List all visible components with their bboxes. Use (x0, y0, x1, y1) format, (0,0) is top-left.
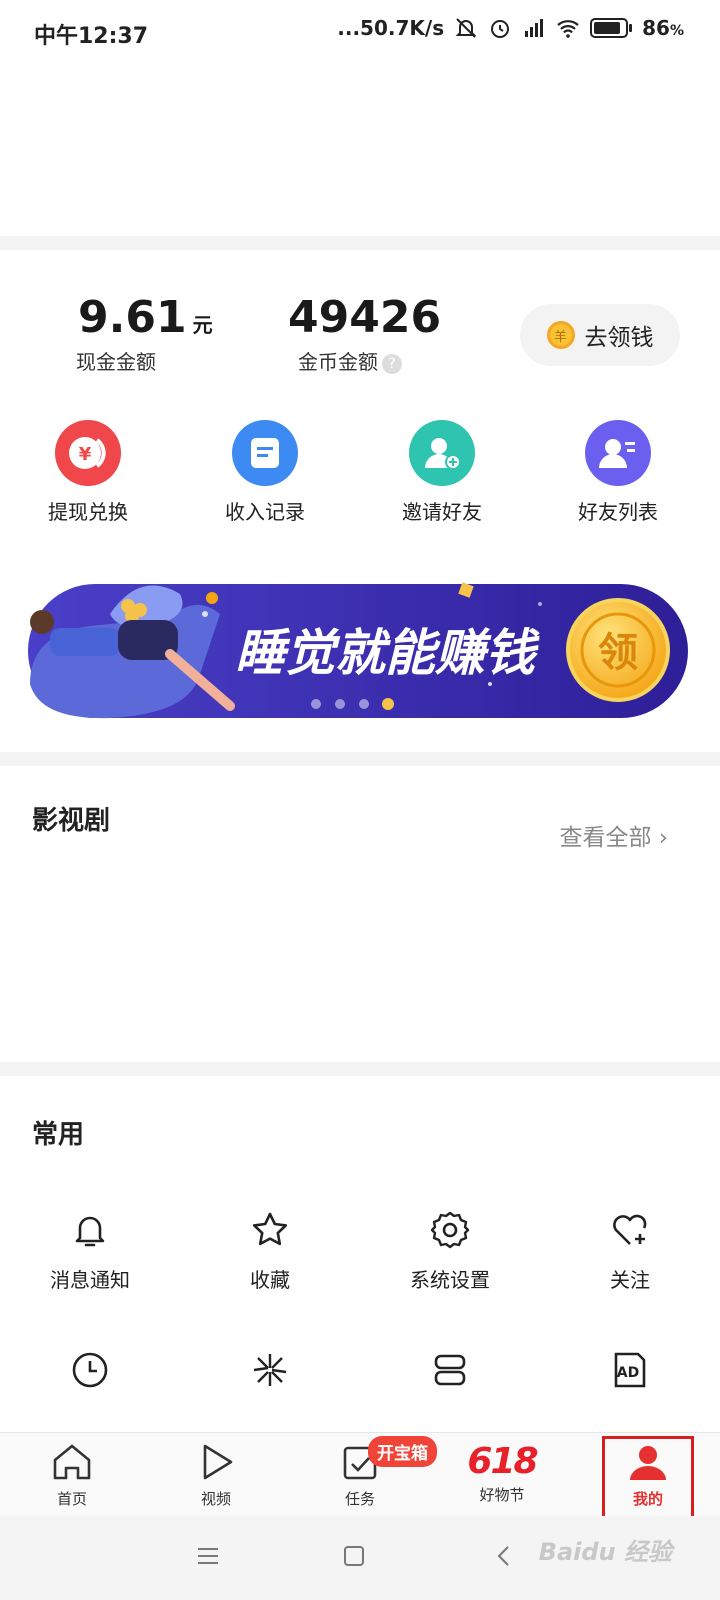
banner-dot[interactable] (359, 699, 369, 709)
promo-banner[interactable]: 睡觉就能赚钱 领 (20, 574, 694, 740)
layers-icon (434, 1354, 466, 1386)
ad-icon: AD (614, 1352, 646, 1388)
movies-title: 影视剧 (32, 806, 111, 836)
star-icon (252, 1212, 288, 1246)
svg-text:¥: ¥ (79, 444, 92, 465)
status-time: 中午12:37 (34, 24, 149, 49)
home-square-icon[interactable] (342, 1544, 366, 1568)
get-money-button[interactable]: 羊 去领钱 (520, 304, 680, 366)
help-icon[interactable]: ? (382, 353, 402, 374)
coin-amount[interactable]: 49426 (288, 292, 441, 343)
quick-action-withdraw[interactable]: ¥ 提现兑换 (13, 420, 163, 525)
common-title: 常用 (32, 1120, 85, 1150)
highlight-annotation (602, 1436, 694, 1522)
banner-dot[interactable] (335, 699, 345, 709)
favorites-tool[interactable]: 收藏 (180, 1210, 360, 1293)
quick-action-invite[interactable]: 邀请好友 (367, 420, 517, 525)
status-icons: ...50.7K/s 86% (337, 16, 684, 40)
heart-plus-icon (613, 1214, 647, 1245)
alarm-icon (491, 20, 510, 38)
battery-percent: 86% (642, 16, 684, 40)
cash-amount[interactable]: 9.61 元 (78, 292, 213, 343)
svg-text:AD: AD (617, 1365, 639, 1381)
coin-icon: 羊 (546, 321, 575, 349)
status-bar: 中午12:37 ...50.7K/s 86% (0, 0, 720, 64)
618-logo: 618 (467, 1441, 538, 1482)
wifi-icon (557, 20, 579, 38)
friend-list-icon (585, 420, 651, 486)
settings-tool[interactable]: 系统设置 (360, 1210, 540, 1293)
coin-label: 金币金额? (298, 346, 402, 375)
watermark: Baidu 经验 (538, 1538, 672, 1566)
banner-dot[interactable] (311, 699, 321, 709)
exchange-yen-icon: ¥ (55, 420, 121, 486)
treasure-badge[interactable]: 开宝箱 (368, 1436, 437, 1467)
mute-bell-icon (455, 18, 477, 38)
layers-tool[interactable] (360, 1350, 540, 1390)
follow-tool[interactable]: 关注 (540, 1210, 720, 1293)
battery-icon (590, 18, 633, 38)
nav-home[interactable]: 首页 (22, 1442, 122, 1509)
notification-tool[interactable]: 消息通知 (0, 1210, 180, 1293)
quick-action-friend-list[interactable]: 好友列表 (543, 420, 693, 525)
clock-icon (72, 1352, 108, 1388)
see-all-link[interactable]: 查看全部 › (559, 818, 668, 852)
sparkle-tool[interactable] (180, 1350, 360, 1390)
history-tool[interactable] (0, 1350, 180, 1390)
cash-label: 现金金额 (76, 350, 156, 374)
profile-header (0, 64, 720, 236)
gear-icon (430, 1211, 470, 1249)
bell-icon (75, 1216, 105, 1247)
banner-coin-label: 领 (598, 630, 638, 676)
menu-icon[interactable] (196, 1546, 220, 1566)
banner-slogan: 睡觉就能赚钱 (235, 624, 540, 682)
quick-action-income-record[interactable]: 收入记录 (190, 420, 340, 525)
play-icon (203, 1444, 233, 1480)
network-speed: ...50.7K/s (337, 16, 445, 40)
back-icon[interactable] (494, 1544, 514, 1568)
signal-icon (525, 19, 544, 37)
nav-video[interactable]: 视频 (166, 1442, 266, 1509)
income-record-icon (232, 420, 298, 486)
banner-dot[interactable] (382, 698, 394, 710)
sparkle-icon (253, 1354, 287, 1386)
ad-tool[interactable]: AD (540, 1350, 720, 1390)
home-icon (53, 1444, 91, 1480)
nav-festival[interactable]: 618 好物节 (452, 1442, 552, 1505)
invite-friend-icon (409, 420, 475, 486)
